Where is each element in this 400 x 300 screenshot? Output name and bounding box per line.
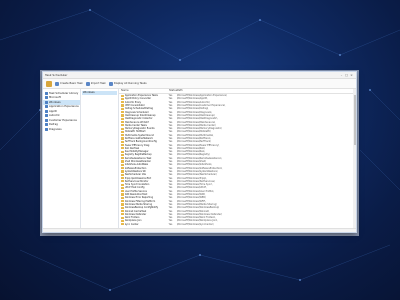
task-icon — [121, 94, 124, 97]
folder-icon — [45, 109, 48, 113]
task-icon — [121, 137, 124, 140]
folder-icon — [45, 127, 48, 131]
middle-selected-item[interactable]: Windows — [82, 91, 117, 95]
vertical-scrollbar[interactable] — [353, 89, 356, 229]
task-icon — [121, 160, 124, 163]
scrollbar-thumb[interactable] — [353, 95, 356, 145]
column-header-path[interactable]: Path — [177, 89, 356, 93]
task-icon — [121, 186, 124, 190]
table-row[interactable]: Sync Center Yes \Microsoft\Windows\SyncCen… — [119, 223, 356, 226]
folder-icon — [45, 123, 48, 127]
task-icon — [121, 196, 124, 199]
task-icon — [121, 183, 124, 186]
import-icon — [85, 81, 90, 86]
task-list: Name Status Path Application Experience … — [119, 89, 356, 229]
task-icon — [121, 167, 124, 170]
task-icon — [121, 134, 124, 137]
task-icon — [121, 170, 124, 173]
ribbon-button-2[interactable]: Display All Running Tasks — [108, 81, 147, 86]
close-button[interactable]: × — [349, 73, 354, 77]
task-icon — [121, 203, 124, 206]
task-icon — [121, 206, 124, 209]
folder-icon — [45, 91, 48, 95]
task-status: Yes — [168, 222, 173, 226]
task-icon — [121, 104, 124, 107]
task-icon — [121, 130, 124, 133]
ribbon-toolbar: Create Basic Task Import Task Display Al… — [43, 79, 356, 89]
column-header-name[interactable]: Name — [119, 89, 169, 93]
task-scheduler-window: Task Scheduler – □ × Create Basic Task I… — [43, 72, 356, 232]
scheduler-icon — [46, 80, 52, 87]
task-icon — [121, 117, 124, 120]
column-header-status[interactable]: Status — [169, 89, 177, 93]
ribbon-button-1[interactable]: Import Task — [85, 81, 106, 86]
tree-item[interactable]: Diagnosis — [43, 127, 80, 132]
folder-icon — [45, 114, 48, 118]
task-icon — [121, 127, 124, 130]
main-area: Task Scheduler Library Microsoft Windows… — [43, 89, 356, 229]
status-bar — [43, 228, 356, 232]
middle-pane: Windows — [81, 89, 119, 229]
folder-icon — [45, 96, 48, 100]
title-bar: Task Scheduler – □ × — [43, 72, 356, 79]
window-title: Task Scheduler — [45, 73, 68, 77]
task-icon — [121, 107, 124, 110]
task-icon — [121, 216, 124, 219]
task-icon — [121, 150, 124, 153]
folder-icon — [45, 118, 48, 122]
ribbon-button-0[interactable]: Create Basic Task — [55, 81, 83, 86]
task-icon — [121, 111, 124, 114]
task-icon — [121, 193, 124, 196]
task-icon — [121, 114, 124, 117]
running-icon — [108, 81, 113, 86]
task-name: Sync Center — [124, 222, 139, 226]
task-icon — [121, 140, 124, 143]
task-icon — [121, 219, 124, 223]
list-rows: Application Experience Tasks Yes \Microsof… — [119, 94, 356, 226]
task-icon — [121, 173, 124, 176]
folder-tree: Task Scheduler Library Microsoft Windows… — [43, 89, 81, 229]
task-path: \Microsoft\Windows\SyncCenter\ — [176, 222, 214, 226]
task-icon — [121, 223, 124, 226]
task-icon — [121, 200, 124, 203]
task-icon — [121, 163, 124, 166]
folder-icon — [45, 100, 48, 104]
folder-icon — [45, 105, 48, 109]
task-icon — [55, 81, 59, 86]
